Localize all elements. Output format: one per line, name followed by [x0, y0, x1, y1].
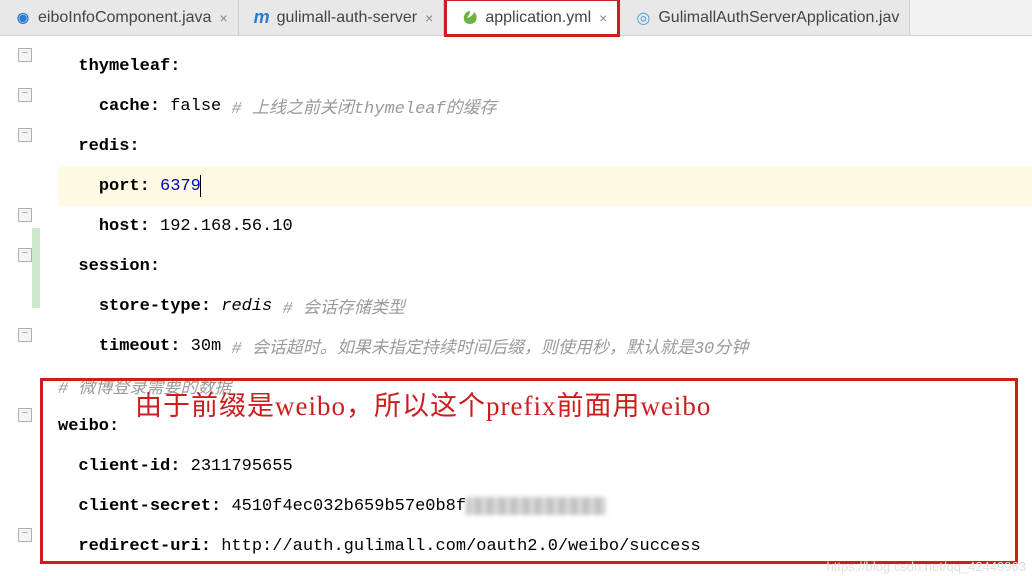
fold-icon[interactable]: −	[18, 248, 32, 262]
watermark: https://blog.csdn.net/qq_42449963	[827, 559, 1027, 574]
text-cursor	[200, 175, 201, 197]
tab-label: eiboInfoComponent.java	[38, 9, 211, 27]
tab-bar: ◉ eiboInfoComponent.java × m gulimall-au…	[0, 0, 1032, 36]
springboot-icon: ◎	[634, 9, 652, 27]
tab-authserver[interactable]: m gulimall-auth-server ×	[239, 0, 445, 35]
fold-icon[interactable]: −	[18, 408, 32, 422]
maven-icon: m	[253, 9, 271, 27]
yaml-comment: # 会话超时。如果未指定持续时间后缀，则使用秒，默认就是30分钟	[231, 333, 748, 359]
yaml-value: false	[170, 97, 221, 116]
yaml-value: 6379	[160, 177, 201, 196]
fold-icon[interactable]: −	[18, 208, 32, 222]
yaml-key: client-id	[78, 457, 170, 476]
yaml-value: http://auth.gulimall.com/oauth2.0/weibo/…	[221, 537, 700, 556]
fold-icon[interactable]: −	[18, 48, 32, 62]
java-class-icon: ◉	[14, 9, 32, 27]
tab-label: application.yml	[485, 9, 591, 27]
yaml-key: weibo	[58, 417, 109, 436]
code-editor[interactable]: − − − − − − − − thymeleaf: cache: false …	[0, 36, 1032, 566]
fold-icon[interactable]: −	[18, 88, 32, 102]
yaml-key: redis	[78, 137, 129, 156]
close-icon[interactable]: ×	[219, 10, 227, 26]
code-area[interactable]: thymeleaf: cache: false # 上线之前关闭thymelea…	[58, 46, 1032, 566]
yaml-comment: # 会话存储类型	[282, 293, 404, 319]
yaml-value: 2311795655	[191, 457, 293, 476]
yaml-comment: # 上线之前关闭thymeleaf的缓存	[231, 93, 496, 119]
yaml-key: thymeleaf	[78, 57, 170, 76]
yaml-key: store-type	[99, 297, 201, 316]
yaml-key: session	[78, 257, 149, 276]
tab-weiboinfo[interactable]: ◉ eiboInfoComponent.java ×	[0, 0, 239, 35]
yaml-value: 30m	[191, 337, 222, 356]
yaml-key: redirect-uri	[78, 537, 200, 556]
annotation-text: 由于前缀是weibo，所以这个prefix前面用weibo	[135, 384, 711, 423]
fold-icon[interactable]: −	[18, 328, 32, 342]
yaml-key: host	[99, 217, 140, 236]
close-icon[interactable]: ×	[425, 10, 433, 26]
fold-icon[interactable]: −	[18, 128, 32, 142]
yaml-key: client-secret	[78, 497, 211, 516]
yaml-key: timeout	[99, 337, 170, 356]
yaml-value: 4510f4ec032b659b57e0b8f	[231, 497, 466, 516]
redacted-text	[466, 497, 606, 515]
tab-label: GulimallAuthServerApplication.jav	[658, 9, 899, 27]
fold-icon[interactable]: −	[18, 528, 32, 542]
yaml-key: cache	[99, 97, 150, 116]
spring-leaf-icon	[461, 9, 479, 27]
tab-label: gulimall-auth-server	[277, 9, 418, 27]
tab-application-java[interactable]: ◎ GulimallAuthServerApplication.jav	[620, 0, 910, 35]
close-icon[interactable]: ×	[599, 10, 607, 26]
yaml-key: port	[99, 177, 140, 196]
yaml-value: redis	[221, 297, 272, 316]
yaml-value: 192.168.56.10	[160, 217, 293, 236]
tab-application-yml[interactable]: application.yml ×	[444, 0, 620, 37]
gutter: − − − − − − − −	[0, 46, 50, 566]
